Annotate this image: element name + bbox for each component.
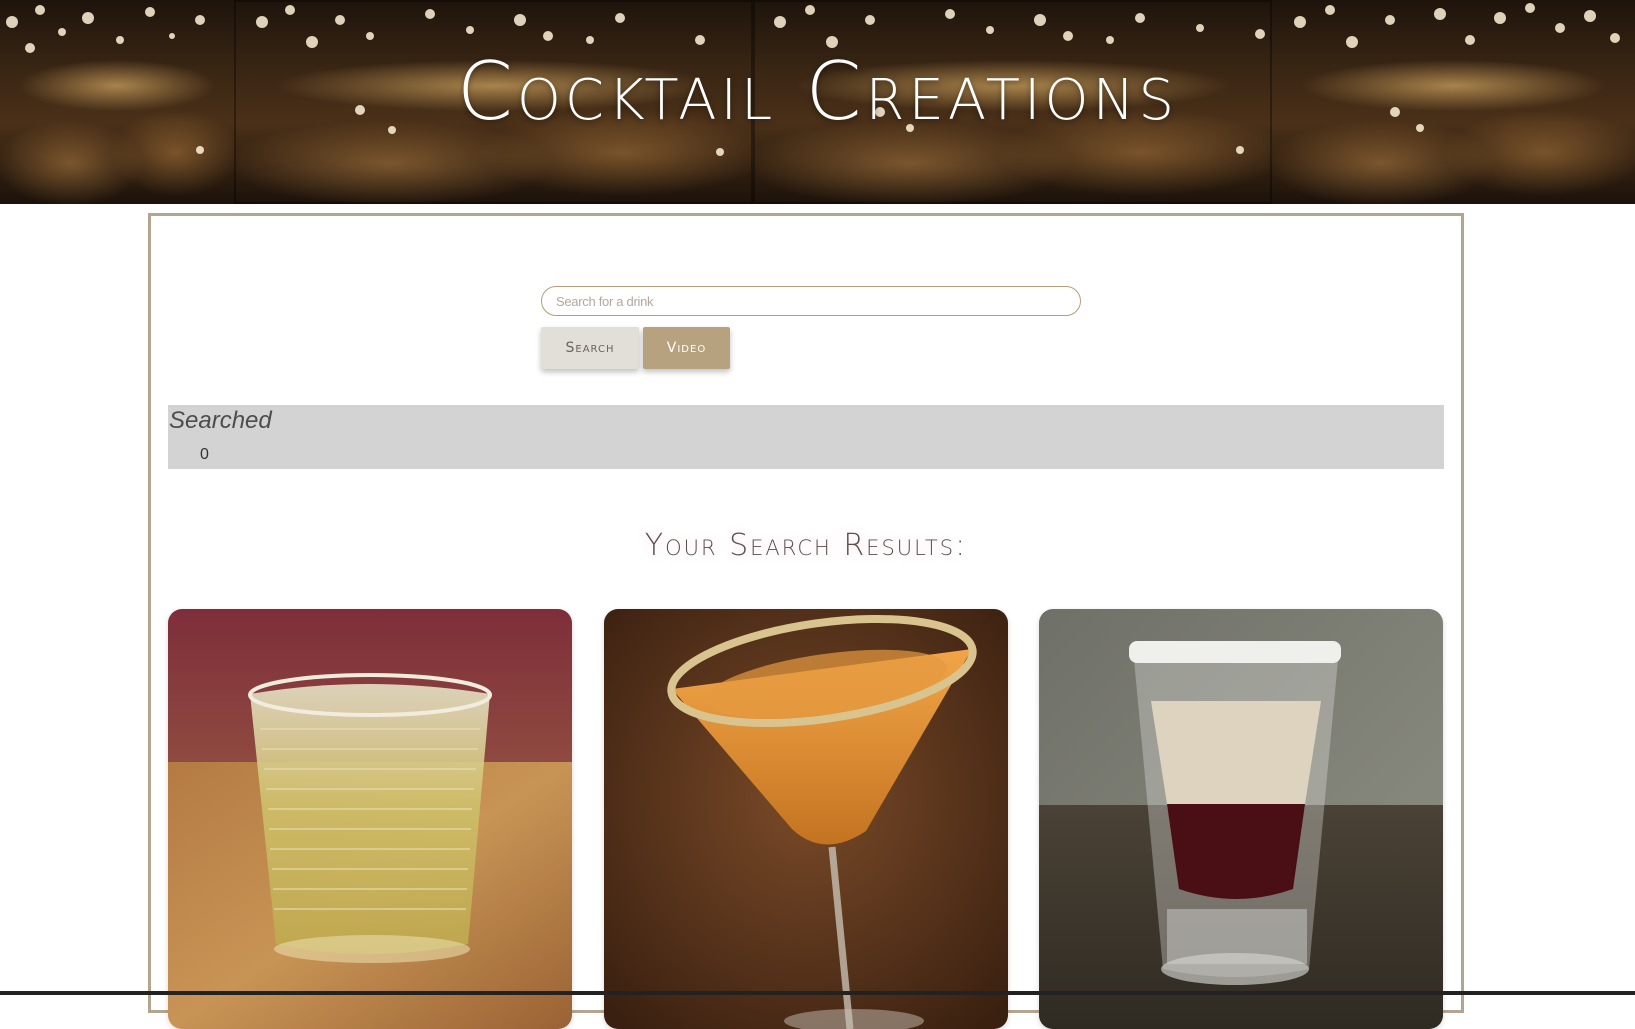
video-button[interactable]: Video xyxy=(643,327,730,369)
search-input[interactable] xyxy=(541,286,1081,316)
drink-card[interactable] xyxy=(1039,609,1443,1029)
main-container: Search Video Searched 0 Your Search Resu… xyxy=(148,213,1464,1029)
site-title: Cocktail Creations xyxy=(456,45,1179,138)
results-heading: Your Search Results: xyxy=(644,528,968,563)
martini-glass-drink-image xyxy=(604,609,1008,1029)
layered-shot-drink-image xyxy=(1039,609,1443,1029)
drink-card[interactable] xyxy=(168,609,572,1029)
whiskey-tumbler-drink-image xyxy=(168,609,572,1029)
drink-card[interactable] xyxy=(604,609,1008,1029)
search-button[interactable]: Search xyxy=(541,327,639,369)
searched-count: 0 xyxy=(200,446,209,463)
window-bottom-edge xyxy=(0,991,1635,995)
searched-history-panel: Searched 0 xyxy=(168,405,1444,469)
header-banner: Cocktail Creations xyxy=(0,0,1635,204)
searched-title: Searched xyxy=(169,407,272,434)
